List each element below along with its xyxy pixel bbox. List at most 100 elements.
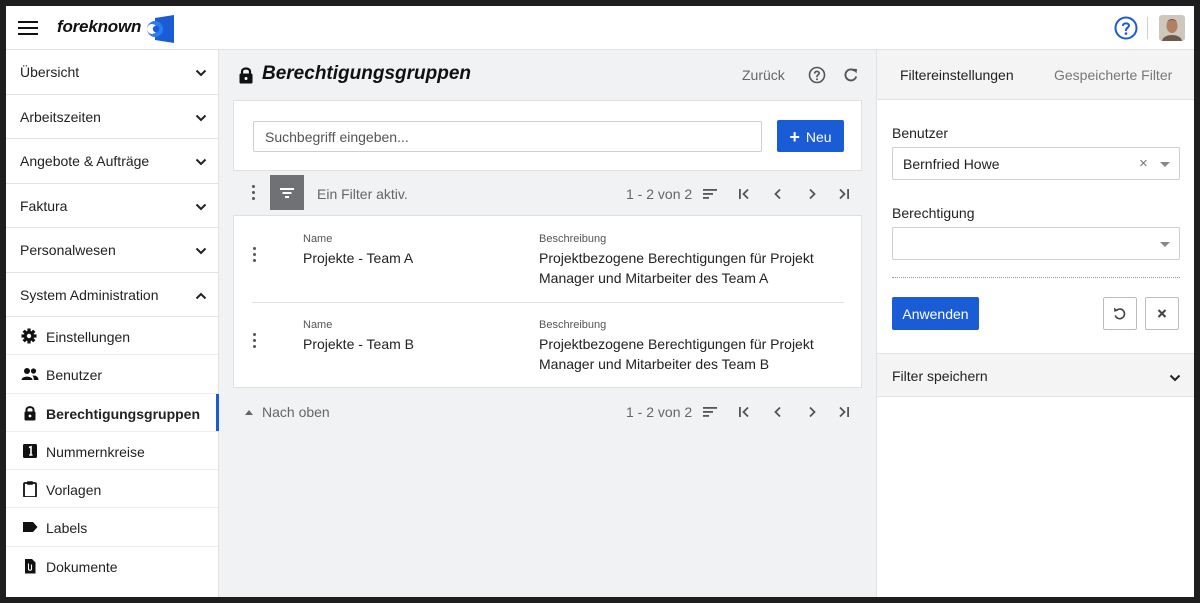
pager-range: 1 - 2 von 2 (626, 186, 693, 202)
sidebar-item-dokumente[interactable]: Dokumente (6, 547, 218, 585)
first-page-icon[interactable] (737, 187, 751, 201)
description-label: Beschreibung (539, 319, 607, 331)
menu-icon[interactable] (18, 18, 38, 38)
name-label: Name (303, 319, 333, 331)
number-one-icon (23, 443, 37, 458)
permission-filter-label: Berechtigung (892, 205, 975, 221)
back-to-top-label: Nach oben (262, 404, 330, 420)
last-page-icon[interactable] (837, 405, 851, 419)
search-card: + Neu (233, 100, 862, 171)
save-filter-section[interactable]: Filter speichern (877, 353, 1194, 397)
clear-filter-button[interactable] (1145, 297, 1179, 330)
refresh-icon[interactable] (842, 66, 860, 84)
sidebar-group-uebersicht[interactable]: Übersicht (6, 50, 218, 95)
sidebar-group-angebote[interactable]: Angebote & Aufträge (6, 139, 218, 184)
more-options-icon[interactable] (252, 185, 256, 201)
results-list: Name Projekte - Team A Beschreibung Proj… (233, 215, 862, 388)
sidebar-group-faktura[interactable]: Faktura (6, 184, 218, 228)
caret-up-icon (245, 410, 253, 415)
chevron-down-icon (1169, 374, 1181, 382)
chevron-down-icon (195, 69, 207, 77)
reset-button[interactable] (1103, 297, 1137, 330)
apply-button[interactable]: Anwenden (892, 297, 979, 330)
app-logo-text: foreknown (57, 17, 142, 36)
caret-down-icon (1160, 242, 1170, 247)
last-page-icon[interactable] (837, 187, 851, 201)
sort-icon[interactable] (703, 187, 717, 201)
save-filter-label: Filter speichern (892, 368, 988, 384)
previous-page-icon[interactable] (771, 187, 785, 201)
group-description-line1: Projektbezogene Berechtigungen für Proje… (539, 336, 814, 352)
sidebar-group-label: Arbeitszeiten (20, 108, 101, 125)
chevron-down-icon (195, 247, 207, 255)
list-item[interactable]: Name Projekte - Team A Beschreibung Proj… (234, 216, 863, 302)
user-select-value: Bernfried Howe (903, 156, 1000, 172)
sidebar-group-system-administration[interactable]: System Administration (6, 273, 218, 317)
lock-icon (24, 405, 36, 421)
sidebar-group-label: Faktura (20, 197, 68, 214)
main-content: Berechtigungsgruppen Zurück + Neu (219, 50, 876, 597)
more-options-icon[interactable] (253, 333, 257, 349)
sidebar-item-benutzer[interactable]: Benutzer (6, 355, 218, 394)
permission-select[interactable] (892, 227, 1180, 260)
next-page-icon[interactable] (805, 187, 819, 201)
tab-saved-filters[interactable]: Gespeicherte Filter (1054, 67, 1172, 83)
next-page-icon[interactable] (805, 405, 819, 419)
sidebar-group-label: Angebote & Aufträge (20, 153, 150, 169)
new-button-label: Neu (805, 128, 832, 145)
clipboard-icon (23, 481, 37, 498)
sidebar-item-einstellungen[interactable]: Einstellungen (6, 317, 218, 356)
search-input[interactable] (253, 121, 762, 152)
user-select[interactable]: Bernfried Howe × (892, 147, 1180, 180)
logo-icon (147, 15, 174, 43)
sidebar-item-labels[interactable]: Labels (6, 508, 218, 547)
new-button[interactable]: + Neu (777, 120, 844, 152)
label-icon (23, 522, 38, 533)
avatar[interactable] (1159, 15, 1185, 41)
sidebar-item-nummernkreise[interactable]: Nummernkreise (6, 432, 218, 471)
filter-panel: Filtereinstellungen Gespeicherte Filter … (876, 50, 1194, 597)
sidebar-group-personalwesen[interactable]: Personalwesen (6, 228, 218, 273)
sidebar-group-arbeitszeiten[interactable]: Arbeitszeiten (6, 95, 218, 139)
previous-page-icon[interactable] (771, 405, 785, 419)
group-description-line2: Manager und Mitarbeiter des Team A (539, 270, 769, 286)
caret-down-icon (1160, 162, 1170, 167)
close-icon (1157, 309, 1167, 318)
group-description-line2: Manager und Mitarbeiter des Team B (539, 356, 770, 372)
clear-icon[interactable]: × (1139, 155, 1148, 172)
document-icon (25, 558, 36, 574)
filter-icon (280, 188, 294, 198)
page-title: Berechtigungsgruppen (262, 63, 472, 84)
lock-icon (239, 67, 253, 84)
divider (892, 277, 1180, 278)
sidebar-item-berechtigungsgruppen[interactable]: Berechtigungsgruppen (6, 393, 219, 432)
group-name: Projekte - Team B (303, 336, 415, 352)
user-filter-label: Benutzer (892, 125, 949, 141)
filter-button[interactable] (270, 175, 304, 210)
back-link[interactable]: Zurück (742, 67, 785, 83)
help-icon[interactable] (1114, 16, 1138, 40)
list-footer: Nach oben 1 - 2 von 2 (233, 392, 862, 428)
group-name: Projekte - Team A (303, 250, 414, 266)
back-to-top-link[interactable]: Nach oben (245, 404, 330, 420)
filter-status: Ein Filter aktiv. (317, 186, 408, 202)
sort-icon[interactable] (703, 405, 717, 419)
list-item[interactable]: Name Projekte - Team B Beschreibung Proj… (234, 302, 863, 388)
group-description-line1: Projektbezogene Berechtigungen für Proje… (539, 250, 814, 266)
more-options-icon[interactable] (253, 247, 257, 263)
name-label: Name (303, 233, 333, 245)
top-divider (1147, 17, 1148, 39)
chevron-up-icon (195, 292, 207, 299)
app-window: foreknown Übersicht Arbeitszeiten Angebo… (6, 6, 1194, 597)
first-page-icon[interactable] (737, 405, 751, 419)
users-icon (21, 368, 39, 381)
sidebar-item-label: Berechtigungsgruppen (46, 405, 201, 422)
sidebar-item-label: Labels (46, 520, 88, 537)
help-icon[interactable] (808, 66, 826, 84)
page-header: Berechtigungsgruppen Zurück (219, 50, 876, 100)
tab-filter-settings[interactable]: Filtereinstellungen (900, 67, 1014, 83)
top-bar: foreknown (6, 6, 1194, 50)
sidebar: Übersicht Arbeitszeiten Angebote & Auftr… (6, 50, 219, 597)
sidebar-item-label: Dokumente (46, 558, 118, 575)
sidebar-item-vorlagen[interactable]: Vorlagen (6, 470, 218, 509)
